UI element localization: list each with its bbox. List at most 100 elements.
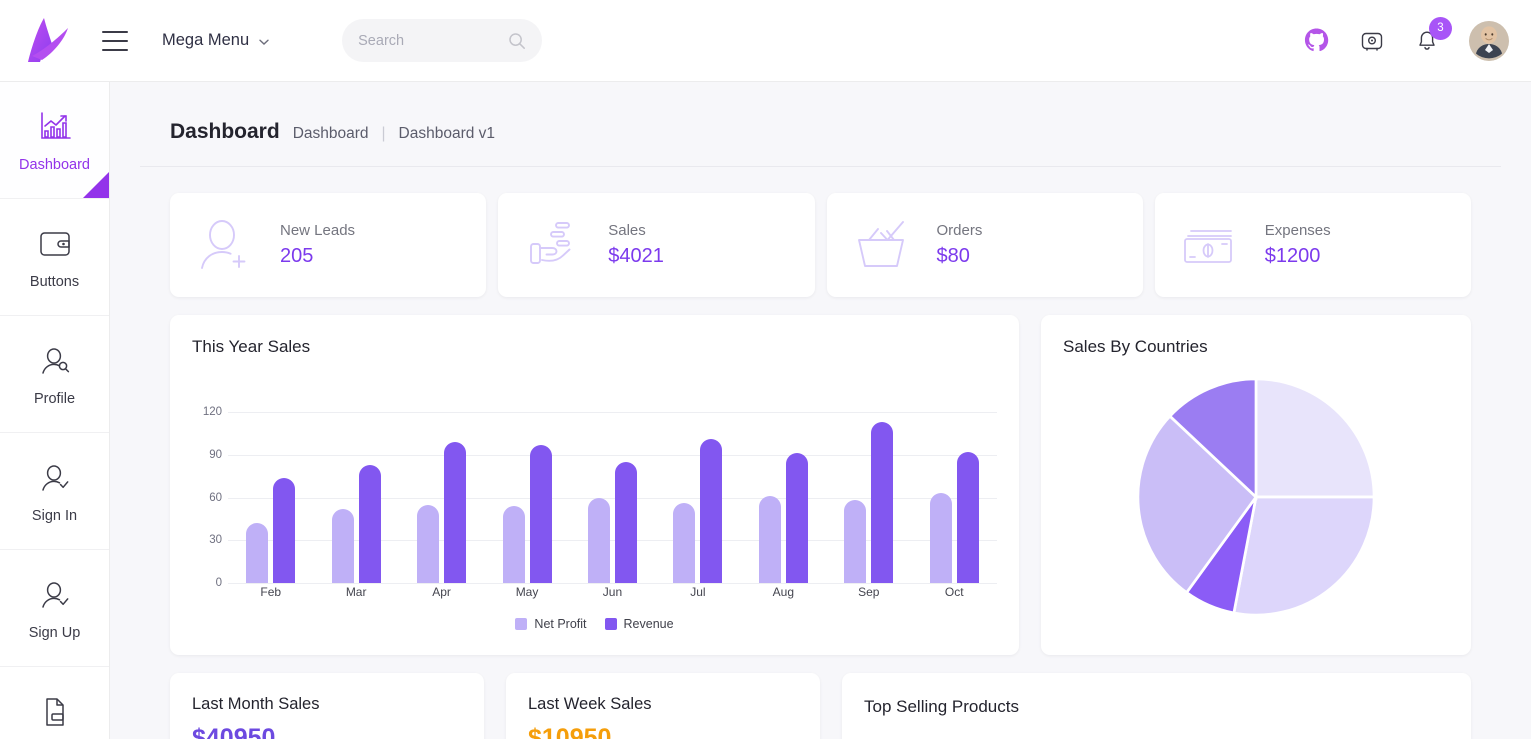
hand-coins-icon xyxy=(520,216,586,274)
sidebar-item-label: Sign Up xyxy=(28,625,81,641)
bar-series-host xyxy=(228,412,997,583)
user-plus-icon xyxy=(192,214,258,276)
bar-group[interactable] xyxy=(331,412,381,583)
sidebar-item-buttons[interactable]: Buttons xyxy=(0,199,109,316)
sidebar-item-label: Sign In xyxy=(31,508,78,524)
bar-group[interactable] xyxy=(587,412,637,583)
brand-logo[interactable] xyxy=(0,16,92,66)
mega-menu-button[interactable]: Mega Menu xyxy=(162,31,270,50)
chart-legend: Net Profit Revenue xyxy=(170,617,1019,631)
bar[interactable] xyxy=(358,464,381,583)
pie-chart xyxy=(1041,357,1471,637)
avatar[interactable] xyxy=(1469,20,1509,61)
stat-value: $80 xyxy=(936,245,970,267)
stat-card-sales[interactable]: Sales $4021 xyxy=(498,193,815,297)
bar[interactable] xyxy=(614,461,637,583)
sidebar-item-sign-in[interactable]: Sign In xyxy=(0,433,109,550)
stat-label: Expenses xyxy=(1264,222,1331,239)
bar[interactable] xyxy=(871,421,894,583)
pie-chart-svg[interactable] xyxy=(1133,374,1379,620)
breadcrumb-separator: | xyxy=(381,125,386,142)
bar-group[interactable] xyxy=(417,412,467,583)
top-selling-products-card: Top Selling Products xyxy=(842,673,1471,739)
card-value: $40950 xyxy=(192,724,276,739)
x-axis-tick: Oct xyxy=(944,585,964,599)
bar[interactable] xyxy=(673,503,696,583)
user-check-icon xyxy=(38,458,72,498)
dashboard-app: Mega Menu Search 3 Dashboard Buttons Pro… xyxy=(0,0,1531,739)
bar[interactable] xyxy=(956,451,979,583)
header-actions: 3 xyxy=(1304,16,1531,61)
bottom-row: Last Month Sales $40950 Last Week Sales … xyxy=(170,673,1471,739)
legend-item[interactable]: Net Profit xyxy=(515,617,587,631)
top-header: Mega Menu Search 3 xyxy=(0,0,1531,82)
bar-chart: 0 30 60 90 120 Feb Mar Apr May Jun Jul Aug Sep Oct xyxy=(192,383,997,599)
sidebar-item-dashboard[interactable]: Dashboard xyxy=(0,82,109,199)
bar[interactable] xyxy=(502,506,525,583)
chevron-down-icon xyxy=(258,35,270,47)
bar-group[interactable] xyxy=(673,412,723,583)
x-axis-tick: May xyxy=(515,585,539,599)
bar[interactable] xyxy=(246,523,269,583)
search-input[interactable] xyxy=(358,32,499,49)
bar-group[interactable] xyxy=(758,412,808,583)
content-area: New Leads 205 Sales $4021 Orders $80 Exp… xyxy=(140,193,1501,739)
x-axis-labels: Feb Mar Apr May Jun Jul Aug Sep Oct xyxy=(228,585,997,599)
legend-label: Revenue xyxy=(623,617,674,631)
stat-card-expenses[interactable]: Expenses $1200 xyxy=(1154,193,1471,297)
bar-group[interactable] xyxy=(929,412,979,583)
user-search-icon xyxy=(38,341,72,381)
stat-card-new-leads[interactable]: New Leads 205 xyxy=(170,193,487,297)
stat-label: New Leads xyxy=(280,222,356,239)
bell-icon[interactable]: 3 xyxy=(1415,16,1452,53)
x-axis-tick: Sep xyxy=(858,585,880,599)
bar[interactable] xyxy=(785,453,808,583)
legend-item[interactable]: Revenue xyxy=(604,617,674,631)
stat-label: Orders xyxy=(936,222,983,239)
search-icon[interactable] xyxy=(508,32,526,55)
wallet-icon xyxy=(38,224,72,264)
bar[interactable] xyxy=(758,496,781,583)
breadcrumb-item-2[interactable]: Dashboard v1 xyxy=(399,125,496,143)
pie-slice[interactable] xyxy=(1254,377,1376,499)
y-axis-tick: 60 xyxy=(209,491,222,504)
stat-value: $4021 xyxy=(608,245,664,267)
bar[interactable] xyxy=(844,500,867,583)
last-month-sales-card: Last Month Sales $40950 xyxy=(170,673,484,739)
search-box[interactable] xyxy=(342,19,543,62)
bar-group[interactable] xyxy=(844,412,894,583)
breadcrumb-item-1[interactable]: Dashboard xyxy=(293,125,369,143)
bar[interactable] xyxy=(444,441,467,583)
bar[interactable] xyxy=(529,444,552,583)
camera-icon[interactable] xyxy=(1359,28,1385,54)
bar-group[interactable] xyxy=(246,412,296,583)
bar[interactable] xyxy=(417,504,440,583)
gridline xyxy=(228,583,997,584)
legend-label: Net Profit xyxy=(534,617,587,631)
bar[interactable] xyxy=(700,439,723,583)
money-stack-icon xyxy=(1177,219,1243,271)
bar[interactable] xyxy=(929,493,952,583)
sidebar-item-sign-up[interactable]: Sign Up xyxy=(0,550,109,667)
x-axis-tick: Aug xyxy=(772,585,795,599)
x-axis-tick: Jun xyxy=(602,585,623,599)
user-add-icon xyxy=(38,575,72,615)
sidebar-item-profile[interactable]: Profile xyxy=(0,316,109,433)
sidebar: Dashboard Buttons Profile Sign In Sign U… xyxy=(0,82,110,739)
page-title: Dashboard xyxy=(170,120,280,143)
stat-label: Sales xyxy=(608,222,646,239)
bar[interactable] xyxy=(273,477,296,583)
stat-card-orders[interactable]: Orders $80 xyxy=(826,193,1143,297)
github-icon[interactable] xyxy=(1304,28,1329,53)
hamburger-icon[interactable] xyxy=(102,30,128,51)
bar-group[interactable] xyxy=(502,412,552,583)
card-title: Last Week Sales xyxy=(528,695,652,713)
chart-title: This Year Sales xyxy=(192,337,311,356)
sidebar-item-doc[interactable]: Doc xyxy=(0,667,109,739)
pie-slice[interactable] xyxy=(1232,495,1376,617)
bar[interactable] xyxy=(587,497,610,583)
y-axis-tick: 0 xyxy=(215,577,222,589)
card-title: Top Selling Products xyxy=(864,697,1019,716)
bar[interactable] xyxy=(331,508,354,583)
sidebar-item-label: Buttons xyxy=(29,274,80,290)
